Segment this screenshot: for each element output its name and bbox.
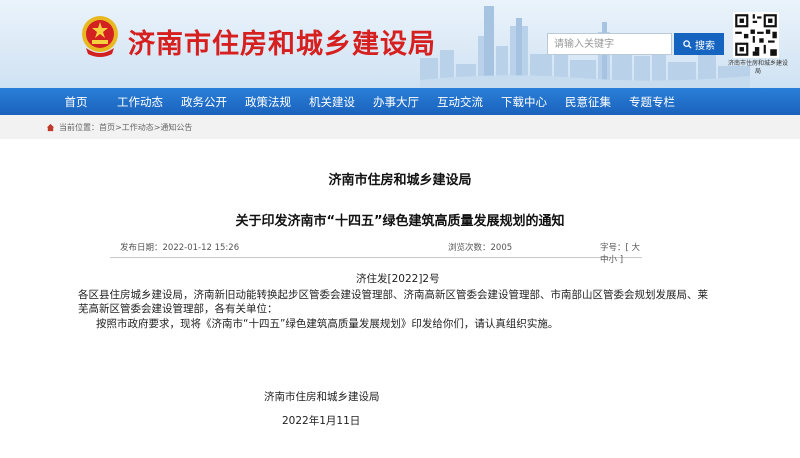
view-count: 浏览次数：2005: [448, 241, 512, 253]
article-content: 济南市住房和城乡建设局 关于印发济南市“十四五”绿色建筑高质量发展规划的通知 发…: [0, 139, 800, 458]
breadcrumb-prefix: 当前位置：: [59, 122, 99, 132]
breadcrumb-notices[interactable]: 通知公告: [160, 122, 192, 133]
view-count-value: 2005: [490, 243, 513, 253]
nav-item-interaction[interactable]: 互动交流: [428, 94, 492, 110]
nav-item-work-news[interactable]: 工作动态: [108, 94, 172, 110]
nav-item-home[interactable]: 首页: [44, 94, 108, 110]
breadcrumb-home[interactable]: 首页: [99, 122, 115, 133]
font-size-medium[interactable]: 中: [600, 255, 609, 265]
publish-date-label: 发布日期：: [120, 243, 163, 253]
nav-item-special-topics[interactable]: 专题专栏: [620, 94, 684, 110]
font-size-selector: 字号：[ 大中小 ]: [600, 241, 642, 265]
search-icon: [683, 39, 692, 49]
publish-date: 发布日期：2022-01-12 15:26: [120, 241, 239, 253]
search-input[interactable]: [547, 33, 672, 55]
article-body: 各区县住房城乡建设局，济南新旧动能转换起步区管委会建设管理部、济南高新区管委会建…: [78, 288, 718, 331]
article-addressees: 各区县住房城乡建设局，济南新旧动能转换起步区管委会建设管理部、济南高新区管委会建…: [78, 289, 708, 315]
search-button-label: 搜索: [695, 40, 715, 52]
view-count-label: 浏览次数：: [448, 243, 491, 253]
nav-item-policies[interactable]: 政策法规: [236, 94, 300, 110]
site-header: 济南市住房和城乡建设局 搜索 济南市住房和城乡建设局: [0, 0, 800, 88]
signature-date: 2022年1月11日: [282, 415, 361, 427]
breadcrumb-separator: >: [115, 122, 122, 132]
nav-item-gov-affairs[interactable]: 政务公开: [172, 94, 236, 110]
signature-org: 济南市住房和城乡建设局: [264, 391, 380, 403]
qr-caption: 济南市住房和城乡建设局: [728, 60, 789, 75]
breadcrumb-separator: >: [153, 122, 161, 132]
font-size-bracket-close: ]: [617, 255, 624, 265]
font-size-small[interactable]: 小: [609, 255, 618, 265]
qr-code-image[interactable]: [733, 12, 779, 58]
national-emblem-icon: [82, 16, 118, 57]
search-button[interactable]: 搜索: [674, 33, 724, 55]
article-title: 关于印发济南市“十四五”绿色建筑高质量发展规划的通知: [235, 214, 565, 229]
nav-item-party-building[interactable]: 机关建设: [300, 94, 364, 110]
publish-date-value: 2022-01-12 15:26: [162, 243, 240, 253]
home-icon: [46, 123, 55, 131]
article-meta: 发布日期：2022-01-12 15:26 浏览次数：2005 字号：[ 大中小…: [110, 238, 642, 265]
nav-item-downloads[interactable]: 下载中心: [492, 94, 556, 110]
breadcrumb: 当前位置： 首页 > 工作动态 > 通知公告: [0, 115, 800, 139]
main-nav: 首页 工作动态 政务公开 政策法规 机关建设 办事大厅 互动交流 下载中心 民意…: [0, 88, 800, 115]
breadcrumb-work-news[interactable]: 工作动态: [122, 122, 154, 133]
font-size-large[interactable]: 大: [632, 243, 641, 253]
font-size-label: 字号：: [600, 243, 626, 253]
nav-item-public-opinion[interactable]: 民意征集: [556, 94, 620, 110]
nav-item-service-hall[interactable]: 办事大厅: [364, 94, 428, 110]
site-title: 济南市住房和城乡建设局: [128, 29, 436, 60]
document-number: 济住发[2022]2号: [356, 273, 440, 285]
article-paragraph: 按照市政府要求，现将《济南市“十四五”绿色建筑高质量发展规划》印发给你们，请认真…: [96, 318, 559, 330]
article-org-name: 济南市住房和城乡建设局: [328, 173, 472, 188]
